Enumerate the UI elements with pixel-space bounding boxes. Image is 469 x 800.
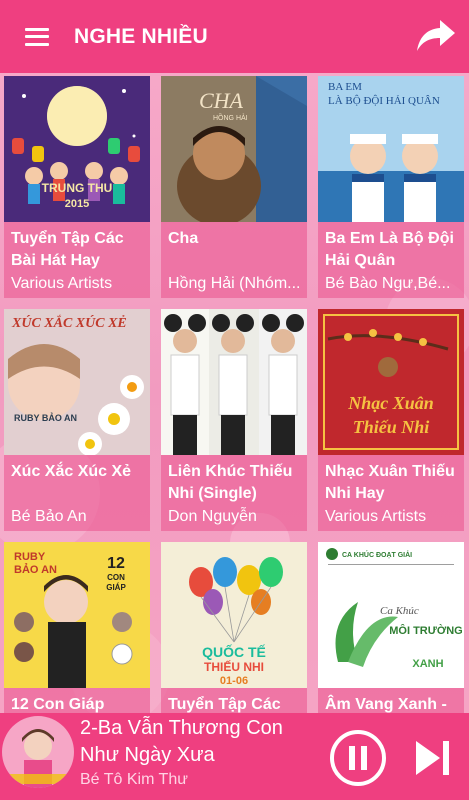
album-name: Âm Vang Xanh - xyxy=(325,696,447,713)
album-cover: CA KHÚC ĐOẠT GIẢI Ca Khúc MÔI TRƯỜNG XAN… xyxy=(318,542,464,688)
album-name: Ba Em Là Bộ Đội Hải Quân xyxy=(325,230,454,269)
svg-text:CA KHÚC ĐOẠT GIẢI: CA KHÚC ĐOẠT GIẢI xyxy=(342,550,412,559)
svg-text:RUBY: RUBY xyxy=(14,551,46,563)
svg-text:BA EM: BA EM xyxy=(328,81,362,93)
menu-button[interactable] xyxy=(0,0,74,73)
album-artist: Various Artists xyxy=(11,275,113,292)
album-name: Xúc Xắc Xúc Xẻ xyxy=(11,463,132,480)
album-name: Nhạc Xuân Thiếu Nhi Hay xyxy=(325,463,455,502)
skip-next-icon xyxy=(416,741,440,775)
svg-text:2015: 2015 xyxy=(65,198,89,210)
svg-text:01-06: 01-06 xyxy=(220,675,248,687)
svg-text:LÀ BỘ ĐỘI HẢI QUÂN: LÀ BỘ ĐỘI HẢI QUÂN xyxy=(328,95,440,107)
album-info: Xúc Xắc Xúc Xẻ Bé Bảo An xyxy=(4,455,150,531)
album-cover: QUỐC TẾ THIẾU NHI 01-06 xyxy=(161,542,307,688)
now-playing-thumbnail xyxy=(2,716,74,788)
pause-icon xyxy=(349,746,367,770)
svg-text:XÚC XẮC XÚC XẺ: XÚC XẮC XÚC XẺ xyxy=(11,314,127,331)
svg-text:Ca Khúc: Ca Khúc xyxy=(380,605,419,617)
svg-text:MÔI TRƯỜNG: MÔI TRƯỜNG xyxy=(389,624,463,637)
album-artist: Don Nguyễn xyxy=(168,508,257,525)
album-info: Tuyển Tập Các Bài Hát Hay Various Artist… xyxy=(4,222,150,298)
now-playing-bar[interactable]: 2-Ba Vẫn Thương Con Như Ngày Xưa Bé Tô K… xyxy=(0,713,469,800)
album-grid: TRUNG THU 2015 Tuyển Tập Các Bài Hát Hay… xyxy=(0,73,469,713)
svg-text:Thiếu Nhi: Thiếu Nhi xyxy=(353,417,430,437)
svg-text:12: 12 xyxy=(107,555,125,572)
album-cover: XÚC XẮC XÚC XẺ RUBY BẢO AN xyxy=(4,309,150,455)
share-button[interactable] xyxy=(413,14,459,58)
svg-text:TRUNG THU: TRUNG THU xyxy=(42,181,113,195)
skip-next-button[interactable] xyxy=(410,735,456,781)
album-artist: Bé Bào Ngư,Bé... xyxy=(325,275,451,292)
album-artist: Various Artists xyxy=(325,508,427,525)
album-name: 12 Con Giáp xyxy=(11,696,105,713)
now-playing-artist: Bé Tô Kim Thư xyxy=(80,771,188,788)
album-info: Ba Em Là Bộ Đội Hải Quân Bé Bào Ngư,Bé..… xyxy=(318,222,464,298)
hamburger-menu-icon xyxy=(25,27,49,46)
svg-text:THIẾU NHI: THIẾU NHI xyxy=(204,659,264,674)
svg-text:Nhạc Xuân: Nhạc Xuân xyxy=(347,393,434,413)
svg-text:BẢO AN: BẢO AN xyxy=(14,563,57,576)
album-cover: CHA HỒNG HẢI xyxy=(161,76,307,222)
pause-button[interactable] xyxy=(329,729,387,787)
album-info: Tuyển Tập Các xyxy=(161,688,307,713)
album-cover: RUBY BẢO AN 12 CON GIÁP xyxy=(4,542,150,688)
album-cover: TRUNG THU 2015 xyxy=(4,76,150,222)
album-name: Tuyển Tập Các Bài Hát Hay xyxy=(11,230,124,269)
album-info: Liên Khúc Thiếu Nhi (Single) Don Nguyễn xyxy=(161,455,307,531)
album-info: 12 Con Giáp xyxy=(4,688,150,713)
album-info: Âm Vang Xanh - xyxy=(318,688,464,713)
album-info: Nhạc Xuân Thiếu Nhi Hay Various Artists xyxy=(318,455,464,531)
album-name: Cha xyxy=(168,230,199,247)
svg-text:QUỐC TẾ: QUỐC TẾ xyxy=(202,643,266,660)
album-cover: Nhạc Xuân Thiếu Nhi xyxy=(318,309,464,455)
page-title: NGHE NHIỀU xyxy=(74,24,208,48)
svg-text:GIÁP: GIÁP xyxy=(106,583,126,592)
svg-text:XANH: XANH xyxy=(412,658,443,670)
album-info: Cha Hồng Hải (Nhóm... xyxy=(161,222,307,298)
album-cover xyxy=(161,309,307,455)
svg-text:RUBY BẢO AN: RUBY BẢO AN xyxy=(14,412,77,423)
svg-text:CON: CON xyxy=(107,573,125,582)
album-artist: Hồng Hải (Nhóm... xyxy=(168,275,300,292)
album-cover: BA EM LÀ BỘ ĐỘI HẢI QUÂN xyxy=(318,76,464,222)
now-playing-title: 2-Ba Vẫn Thương Con Như Ngày Xưa xyxy=(80,717,283,766)
album-name: Tuyển Tập Các xyxy=(168,696,281,713)
app-bar: NGHE NHIỀU xyxy=(0,0,469,73)
share-arrow-icon xyxy=(417,20,455,51)
album-name: Liên Khúc Thiếu Nhi (Single) xyxy=(168,463,293,502)
album-artist: Bé Bảo An xyxy=(11,508,87,525)
svg-text:CHA: CHA xyxy=(199,88,244,113)
